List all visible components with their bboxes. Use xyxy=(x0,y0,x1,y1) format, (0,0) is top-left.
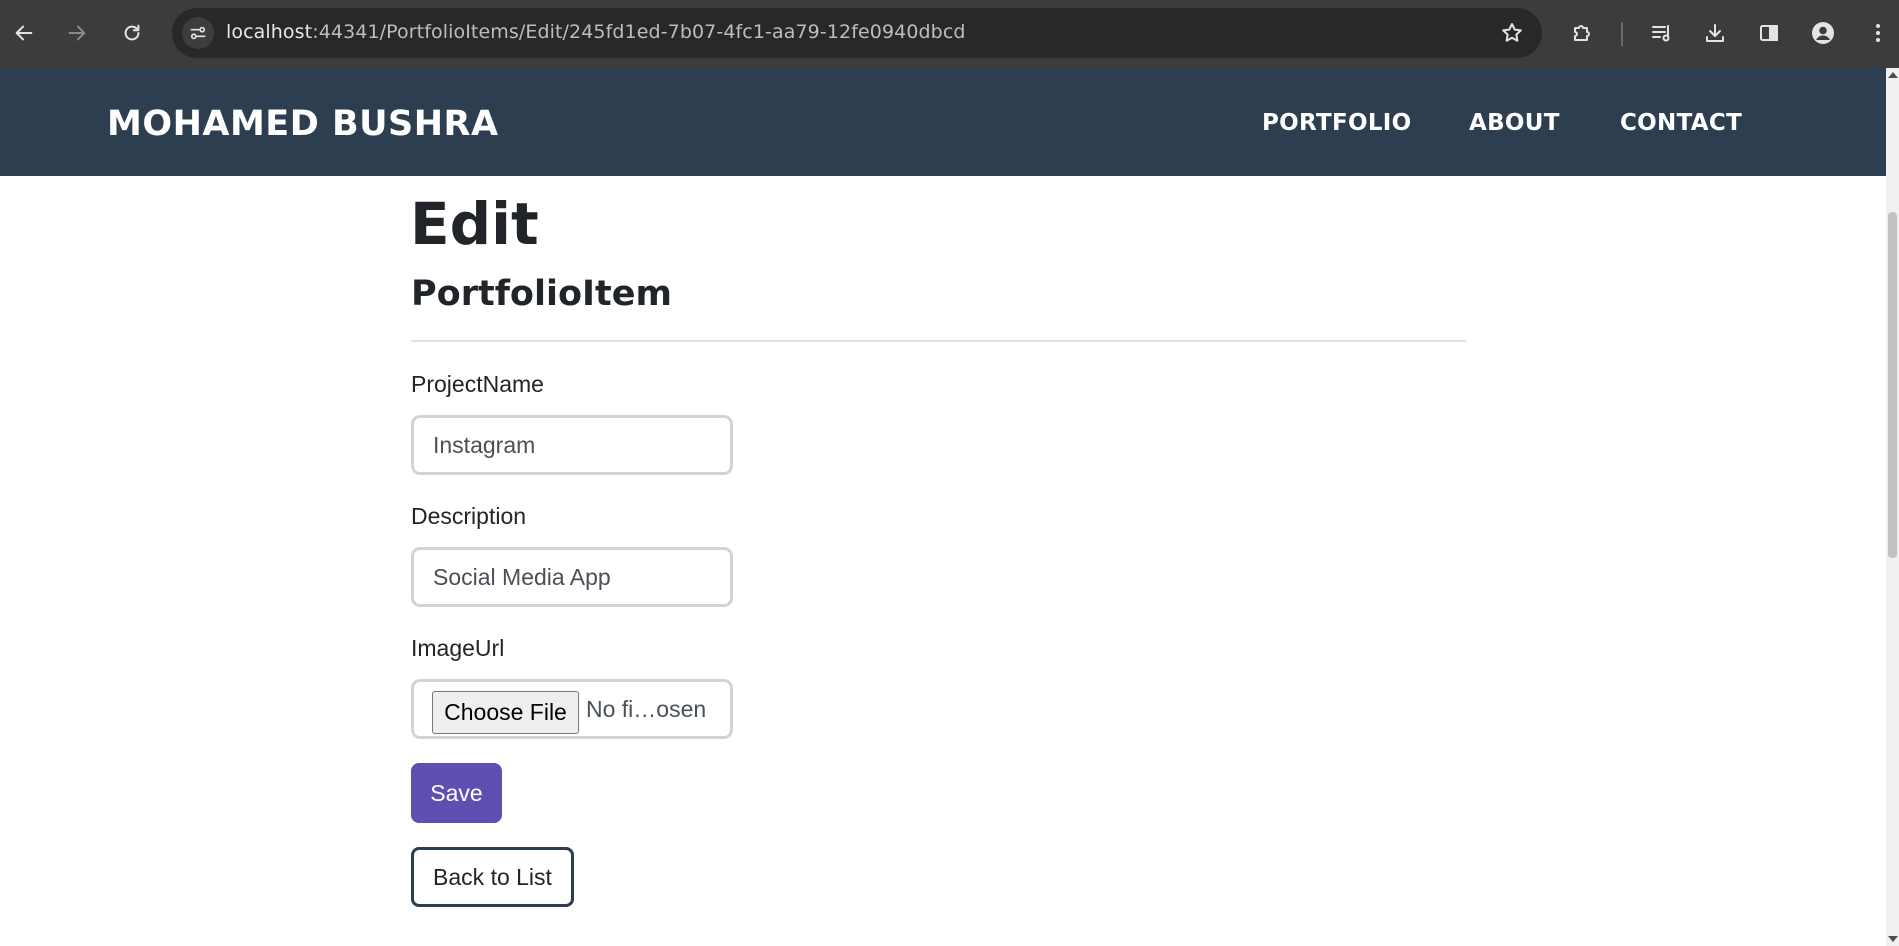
save-button[interactable]: Save xyxy=(411,763,502,823)
image-file-input[interactable]: Choose File No fi…osen xyxy=(411,679,733,739)
kebab-menu-icon[interactable] xyxy=(1860,15,1896,51)
back-arrow-icon[interactable] xyxy=(6,15,42,51)
download-icon[interactable] xyxy=(1697,15,1733,51)
profile-icon[interactable] xyxy=(1805,15,1841,51)
file-status-text: No fi…osen xyxy=(586,696,707,722)
divider xyxy=(411,340,1466,342)
page-subtitle: PortfolioItem xyxy=(411,274,672,314)
page-scrollbar[interactable] xyxy=(1886,68,1899,946)
brand-link[interactable]: MOHAMED BUSHRA xyxy=(107,104,499,144)
toolbar-divider xyxy=(1621,22,1623,46)
nav-link-about[interactable]: ABOUT xyxy=(1469,110,1560,136)
url-host: localhost xyxy=(226,21,313,43)
site-info-icon[interactable] xyxy=(182,17,214,49)
project-name-label: ProjectName xyxy=(411,371,544,397)
site-navbar: MOHAMED BUSHRA PORTFOLIO ABOUT CONTACT xyxy=(0,68,1886,176)
description-input[interactable] xyxy=(411,547,733,607)
extensions-icon[interactable] xyxy=(1564,15,1600,51)
side-panel-icon[interactable] xyxy=(1751,15,1787,51)
description-label: Description xyxy=(411,503,527,529)
browser-toolbar: localhost:44341/PortfolioItems/Edit/245f… xyxy=(0,0,1899,68)
image-url-label: ImageUrl xyxy=(411,635,505,661)
page-title: Edit xyxy=(410,190,539,258)
address-bar[interactable]: localhost:44341/PortfolioItems/Edit/245f… xyxy=(172,8,1542,58)
scroll-thumb[interactable] xyxy=(1888,212,1897,558)
back-to-list-link[interactable]: Back to List xyxy=(411,847,574,907)
media-control-icon[interactable] xyxy=(1644,15,1680,51)
reload-icon[interactable] xyxy=(114,15,150,51)
forward-arrow-icon[interactable] xyxy=(59,15,95,51)
project-name-input[interactable] xyxy=(411,415,733,475)
url-path: :44341/PortfolioItems/Edit/245fd1ed-7b07… xyxy=(312,21,966,43)
scroll-down-arrow-icon[interactable] xyxy=(1888,936,1898,942)
url-text: localhost:44341/PortfolioItems/Edit/245f… xyxy=(226,21,966,43)
nav-link-portfolio[interactable]: PORTFOLIO xyxy=(1262,110,1412,136)
nav-link-contact[interactable]: CONTACT xyxy=(1620,110,1742,136)
choose-file-button[interactable]: Choose File xyxy=(432,691,579,734)
star-icon[interactable] xyxy=(1498,19,1526,47)
scroll-up-arrow-icon[interactable] xyxy=(1888,72,1898,78)
